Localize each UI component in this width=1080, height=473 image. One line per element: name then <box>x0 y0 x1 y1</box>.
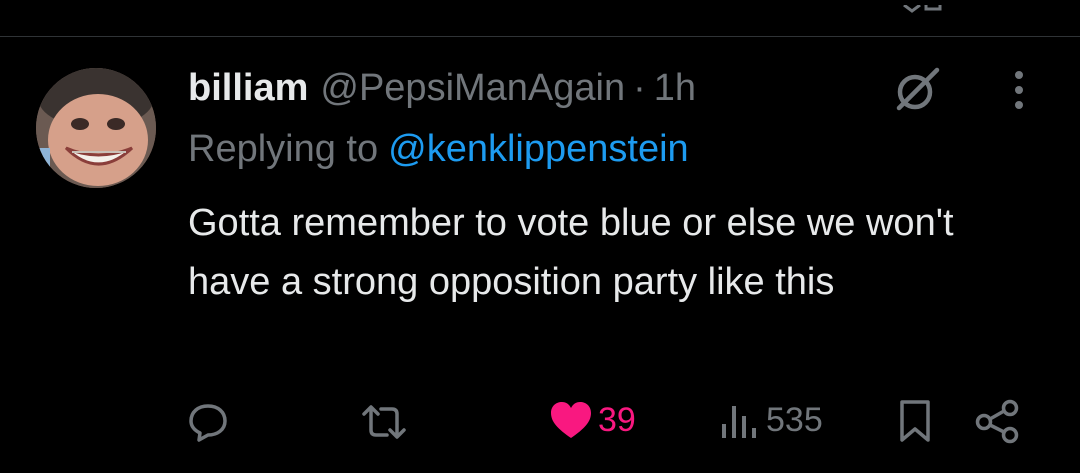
bookmark-icon <box>895 398 935 444</box>
timestamp[interactable]: 1h <box>654 67 696 110</box>
replying-to: Replying to @kenklippenstein <box>188 128 689 171</box>
replying-to-label: Replying to <box>188 128 379 170</box>
avatar[interactable] <box>36 68 156 188</box>
previous-tweet-action-stub <box>890 0 950 13</box>
tweet-divider <box>0 36 1080 37</box>
action-bar: 39 535 <box>0 396 1080 448</box>
more-dots-icon[interactable] <box>1003 68 1035 112</box>
retweet-button[interactable] <box>360 400 408 444</box>
tweet-header: billiam @PepsiManAgain · 1h <box>188 64 696 112</box>
user-handle[interactable]: @PepsiManAgain <box>320 67 625 110</box>
like-button[interactable]: 39 <box>548 398 636 442</box>
views-count: 535 <box>766 400 823 439</box>
heart-icon <box>548 398 594 442</box>
separator-dot: · <box>633 66 646 109</box>
reply-bubble-icon <box>186 400 230 444</box>
bookmark-button[interactable] <box>895 398 935 444</box>
retweet-icon <box>360 400 408 444</box>
replying-to-handle-link[interactable]: @kenklippenstein <box>388 128 689 170</box>
grok-icon[interactable] <box>893 66 941 114</box>
reply-button[interactable] <box>186 400 230 444</box>
views-button[interactable]: 535 <box>718 398 823 442</box>
display-name[interactable]: billiam <box>188 67 308 110</box>
share-button[interactable] <box>974 398 1022 444</box>
like-count: 39 <box>598 400 636 439</box>
share-icon <box>974 398 1022 444</box>
views-bars-icon <box>718 398 760 442</box>
tweet-text: Gotta remember to vote blue or else we w… <box>188 202 954 303</box>
